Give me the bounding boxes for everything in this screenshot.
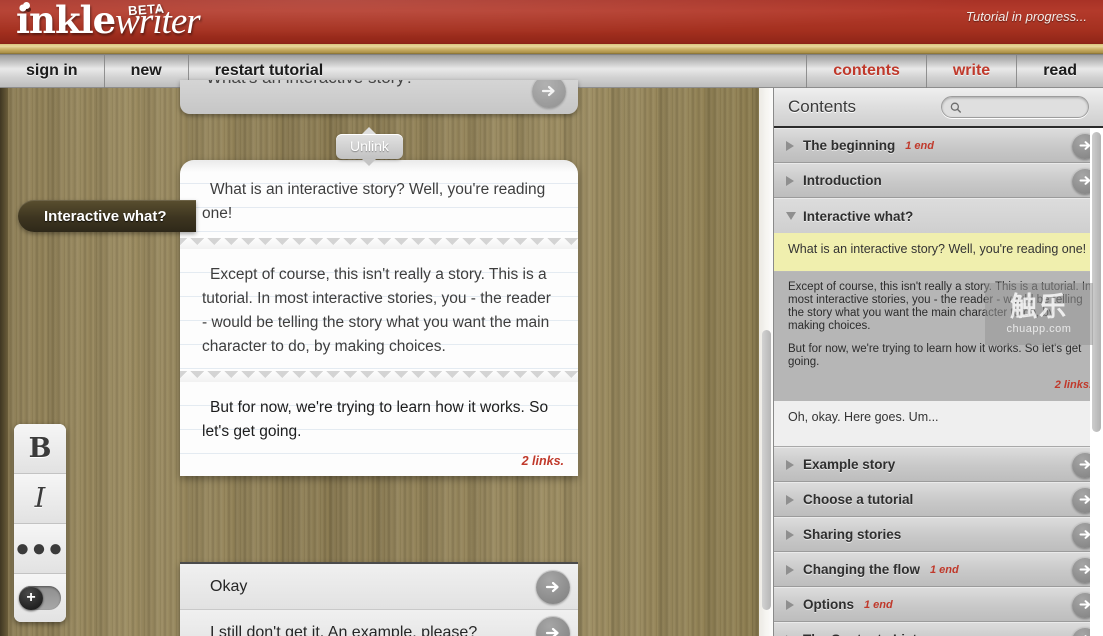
- sidebar-item-the-beginning[interactable]: The beginning 1 end: [774, 128, 1103, 163]
- story-options: Okay I still don't get it. An example, p…: [180, 562, 578, 636]
- plus-icon: +: [19, 586, 43, 610]
- sidebar-scrollbar-thumb[interactable]: [1092, 132, 1101, 432]
- story-column: What's an interactive story? Unlink What…: [180, 80, 578, 636]
- sidebar-item-label: Introduction: [803, 173, 882, 188]
- story-paragraph-3[interactable]: But for now, we're trying to learn how i…: [180, 382, 578, 454]
- sidebar-list: The beginning 1 end Introduction Interac…: [774, 128, 1103, 636]
- navbar-right-group: contents write read: [806, 53, 1103, 88]
- add-toggle-row: +: [14, 574, 66, 622]
- story-links-count: 2 links.: [180, 454, 578, 476]
- chevron-down-icon: [786, 212, 796, 220]
- chevron-right-icon: [786, 529, 794, 540]
- option-label: I still don't get it. An example, please…: [210, 624, 478, 636]
- story-paragraph-1[interactable]: What is an interactive story? Well, you'…: [180, 160, 578, 236]
- app-header: inklewriter BETA Tutorial in progress...: [0, 0, 1103, 44]
- chevron-right-icon: [786, 494, 794, 505]
- wood-left-edge: [0, 88, 8, 636]
- sidebar-item-label: Changing the flow: [803, 562, 920, 577]
- sidebar-preview-selected-p1: Except of course, this isn't really a st…: [788, 281, 1092, 332]
- paragraph-divider-1: [180, 236, 578, 249]
- format-toolbar: B I ●●● +: [14, 424, 66, 622]
- sidebar-item-label: Sharing stories: [803, 527, 902, 542]
- story-paragraph-2-text: Except of course, this isn't really a st…: [202, 266, 551, 355]
- section-tab-interactive-what[interactable]: Interactive what?: [18, 200, 196, 232]
- logo-dot-icon: [23, 2, 30, 9]
- nav-sign-in[interactable]: sign in: [0, 53, 105, 88]
- sidebar-item-end-badge: 1 end: [930, 563, 959, 576]
- nav-write[interactable]: write: [925, 53, 1016, 88]
- sidebar-item-interactive-what[interactable]: Interactive what?: [774, 198, 1103, 233]
- sidebar-item-sharing-stories[interactable]: Sharing stories: [774, 517, 1103, 552]
- nav-new[interactable]: new: [105, 53, 189, 88]
- sidebar-preview-selected[interactable]: Except of course, this isn't really a st…: [774, 272, 1103, 401]
- search-icon: [950, 102, 961, 113]
- sidebar-item-options[interactable]: Options 1 end: [774, 587, 1103, 622]
- previous-card-title: What's an interactive story?: [206, 80, 414, 88]
- sidebar-preview-plain[interactable]: Oh, okay. Here goes. Um...: [774, 401, 1103, 447]
- add-toggle[interactable]: +: [19, 586, 61, 610]
- sidebar-item-label: The Contents List: [803, 632, 917, 636]
- sidebar-item-choose-a-tutorial[interactable]: Choose a tutorial: [774, 482, 1103, 517]
- search-input[interactable]: [966, 100, 1080, 114]
- sidebar-header: Contents: [774, 88, 1103, 128]
- previous-card-arrow-icon[interactable]: [532, 80, 566, 108]
- unlink-tooltip[interactable]: Unlink: [336, 127, 403, 166]
- contents-sidebar: Contents The beginning 1 end Introductio…: [773, 88, 1103, 636]
- bold-button[interactable]: B: [14, 424, 66, 474]
- sidebar-item-end-badge: 1 end: [905, 139, 934, 152]
- sidebar-item-label: Example story: [803, 457, 896, 472]
- sidebar-item-changing-the-flow[interactable]: Changing the flow 1 end: [774, 552, 1103, 587]
- tutorial-status-text: Tutorial in progress...: [965, 9, 1087, 24]
- story-paragraph-3-text: But for now, we're trying to learn how i…: [202, 399, 549, 440]
- story-paragraph-2[interactable]: Except of course, this isn't really a st…: [180, 249, 578, 369]
- option-arrow-icon[interactable]: [536, 616, 570, 636]
- option-row-example[interactable]: I still don't get it. An example, please…: [180, 610, 578, 636]
- beta-badge: BETA: [127, 0, 165, 19]
- more-options-button[interactable]: ●●●: [14, 524, 66, 574]
- story-paragraph-1-text: What is an interactive story? Well, you'…: [202, 181, 546, 222]
- sidebar-item-the-contents-list[interactable]: The Contents List: [774, 622, 1103, 636]
- sidebar-item-example-story[interactable]: Example story: [774, 447, 1103, 482]
- logo-text-inkle: inkle: [16, 0, 116, 42]
- chevron-right-icon: [786, 599, 794, 610]
- story-paper: What is an interactive story? Well, you'…: [180, 160, 578, 476]
- nav-contents[interactable]: contents: [806, 53, 926, 88]
- sidebar-item-label: Choose a tutorial: [803, 492, 914, 507]
- sidebar-item-label: Interactive what?: [803, 208, 914, 224]
- chevron-right-icon: [786, 564, 794, 575]
- option-label: Okay: [210, 577, 248, 595]
- sidebar-item-label: The beginning: [803, 138, 896, 153]
- italic-label: I: [34, 483, 46, 514]
- sidebar-item-introduction[interactable]: Introduction: [774, 163, 1103, 198]
- sidebar-item-end-badge: 1 end: [864, 598, 893, 611]
- previous-card[interactable]: What's an interactive story?: [180, 80, 578, 114]
- sidebar-preview-highlight[interactable]: What is an interactive story? Well, you'…: [774, 233, 1103, 272]
- chevron-right-icon: [786, 459, 794, 470]
- gold-divider-bar: [0, 44, 1103, 54]
- main-scrollbar-thumb[interactable]: [762, 330, 771, 610]
- sidebar-item-label: Options: [803, 597, 854, 612]
- app-root: inklewriter BETA Tutorial in progress...…: [0, 0, 1103, 636]
- chevron-right-icon: [786, 175, 794, 186]
- option-arrow-icon[interactable]: [536, 569, 570, 604]
- sidebar-title: Contents: [788, 97, 857, 116]
- bold-label: B: [28, 433, 52, 464]
- italic-button[interactable]: I: [14, 474, 66, 524]
- option-row-okay[interactable]: Okay: [180, 564, 578, 610]
- sidebar-search[interactable]: [941, 96, 1089, 118]
- nav-read[interactable]: read: [1016, 53, 1103, 88]
- paragraph-divider-2: [180, 369, 578, 382]
- chevron-right-icon: [786, 140, 794, 151]
- ellipsis-icon: ●●●: [15, 534, 65, 562]
- inklewriter-logo[interactable]: inklewriter: [16, 0, 201, 43]
- sidebar-preview-links: 2 links.: [1054, 379, 1092, 391]
- sidebar-preview-selected-p2: But for now, we're trying to learn how i…: [788, 343, 1082, 368]
